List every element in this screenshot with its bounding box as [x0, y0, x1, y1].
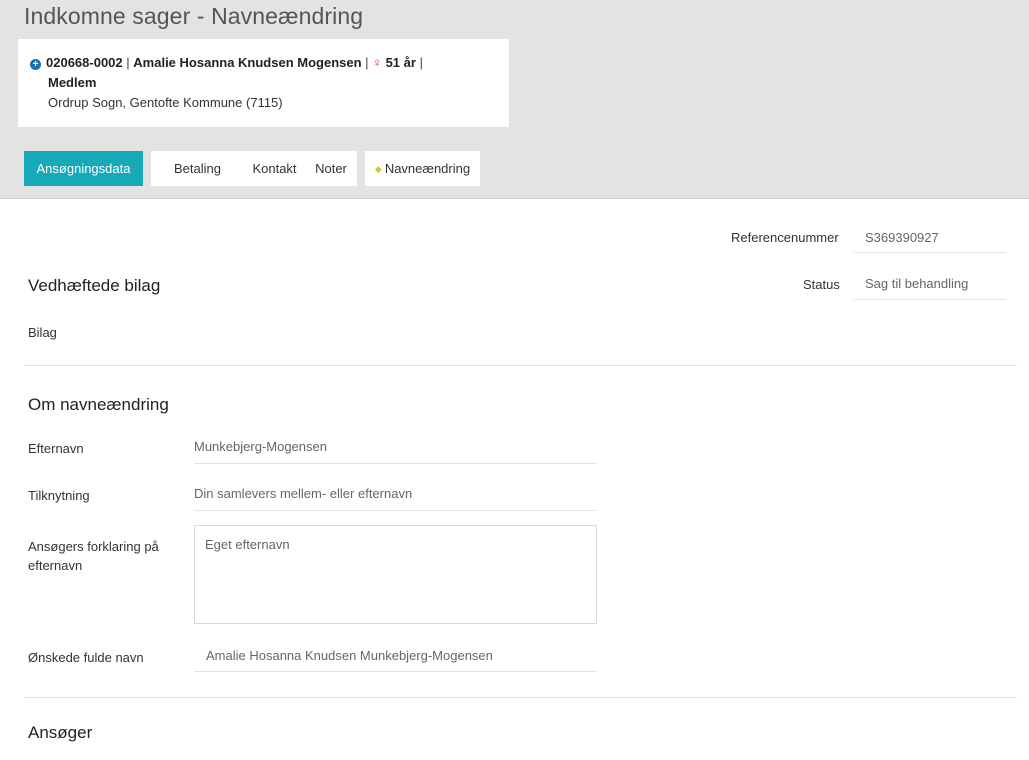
page-title: Indkomne sager - Navneændring: [24, 3, 364, 29]
person-id: 020668-0002: [46, 55, 123, 70]
applicant-title: Ansøger: [28, 723, 93, 742]
reference-label: Referencenummer: [731, 230, 839, 245]
name-change-title: Om navneændring: [28, 395, 169, 414]
relation-label: Tilknytning: [28, 488, 90, 503]
tab-ansoegningsdata[interactable]: Ansøgningsdata: [24, 151, 143, 186]
explanation-textarea[interactable]: Eget efternavn: [194, 525, 597, 624]
separator: |: [365, 55, 369, 70]
tab-navneaendring[interactable]: ◆ Navneændring: [365, 151, 480, 186]
reference-value: S369390927: [853, 225, 1006, 253]
bilag-label: Bilag: [28, 325, 57, 340]
plus-circle-icon[interactable]: +: [30, 59, 41, 70]
tab-navneaendring-label: Navneændring: [384, 161, 471, 176]
surname-label: Efternavn: [28, 441, 84, 456]
attachments-title: Vedhæftede bilag: [28, 276, 161, 295]
explanation-label: Ansøgers forklaring på efternavn: [28, 539, 159, 573]
divider: [24, 365, 1017, 366]
fullname-field[interactable]: Amalie Hosanna Knudsen Munkebjerg-Mogens…: [194, 641, 597, 672]
person-summary: +020668-0002 | Amalie Hosanna Knudsen Mo…: [30, 55, 423, 70]
divider: [24, 697, 1017, 698]
person-name: Amalie Hosanna Knudsen Mogensen: [133, 55, 362, 70]
status-label: Status: [803, 277, 840, 292]
person-location: Ordrup Sogn, Gentofte Kommune (7115): [48, 95, 283, 110]
membership-status: Medlem: [48, 75, 97, 90]
person-age: 51 år: [385, 55, 416, 70]
status-value: Sag til behandling: [853, 271, 1006, 300]
page-header: Indkomne sager - Navneændring +020668-00…: [0, 0, 1029, 199]
tab-noter[interactable]: Noter: [305, 151, 357, 186]
female-icon: ♀: [372, 55, 382, 70]
separator: |: [419, 55, 423, 70]
fullname-label: Ønskede fulde navn: [28, 650, 144, 665]
relation-field[interactable]: Din samlevers mellem- eller efternavn: [194, 480, 597, 511]
person-card: +020668-0002 | Amalie Hosanna Knudsen Mo…: [18, 39, 509, 127]
diamond-icon: ◆: [374, 164, 382, 174]
separator: |: [126, 55, 130, 70]
surname-field[interactable]: Munkebjerg-Mogensen: [194, 433, 597, 464]
